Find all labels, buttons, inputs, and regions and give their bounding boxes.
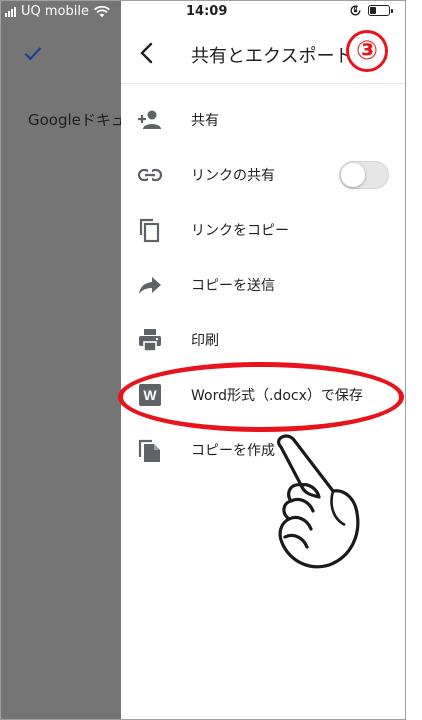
menu-item-copy-link[interactable]: リンクをコピー: [121, 203, 405, 258]
menu-item-link-sharing[interactable]: リンクの共有: [121, 148, 405, 203]
menu-item-share[interactable]: 共有: [121, 93, 405, 148]
signal-icon: [5, 6, 16, 17]
copy-icon: [139, 218, 160, 243]
menu-item-label: 共有: [191, 113, 219, 129]
highlight-ellipse: [118, 362, 404, 432]
document-title: Googleドキュ: [28, 111, 126, 129]
menu-item-label: リンクの共有: [191, 168, 275, 184]
person-add-icon: [138, 110, 161, 129]
menu-item-send-copy[interactable]: コピーを送信: [121, 258, 405, 313]
menu-item-label: リンクをコピー: [191, 223, 289, 239]
phone-screen: Googleドキュ UQ mobile 共有とエクスポート 共有 リンクの共有 …: [0, 0, 406, 720]
print-icon: [139, 329, 161, 352]
link-sharing-toggle[interactable]: [339, 161, 389, 189]
done-check-icon[interactable]: [23, 43, 43, 63]
menu-item-label: コピーを送信: [191, 278, 275, 294]
menu-item-label: 印刷: [191, 333, 219, 349]
pointing-hand-icon: [277, 434, 360, 569]
link-icon: [137, 168, 163, 182]
step-number-badge: ③: [346, 30, 388, 72]
file-copy-icon: [138, 439, 160, 462]
drawer-title: 共有とエクスポート: [191, 46, 353, 67]
carrier-name: UQ mobile: [21, 4, 89, 19]
menu-item-print[interactable]: 印刷: [121, 313, 405, 368]
share-export-drawer: 共有とエクスポート 共有 リンクの共有 リンクをコピー コピーを送信 印刷 W …: [121, 1, 405, 719]
back-button[interactable]: [131, 37, 163, 69]
wifi-icon: [94, 5, 110, 17]
forward-icon: [139, 277, 161, 294]
